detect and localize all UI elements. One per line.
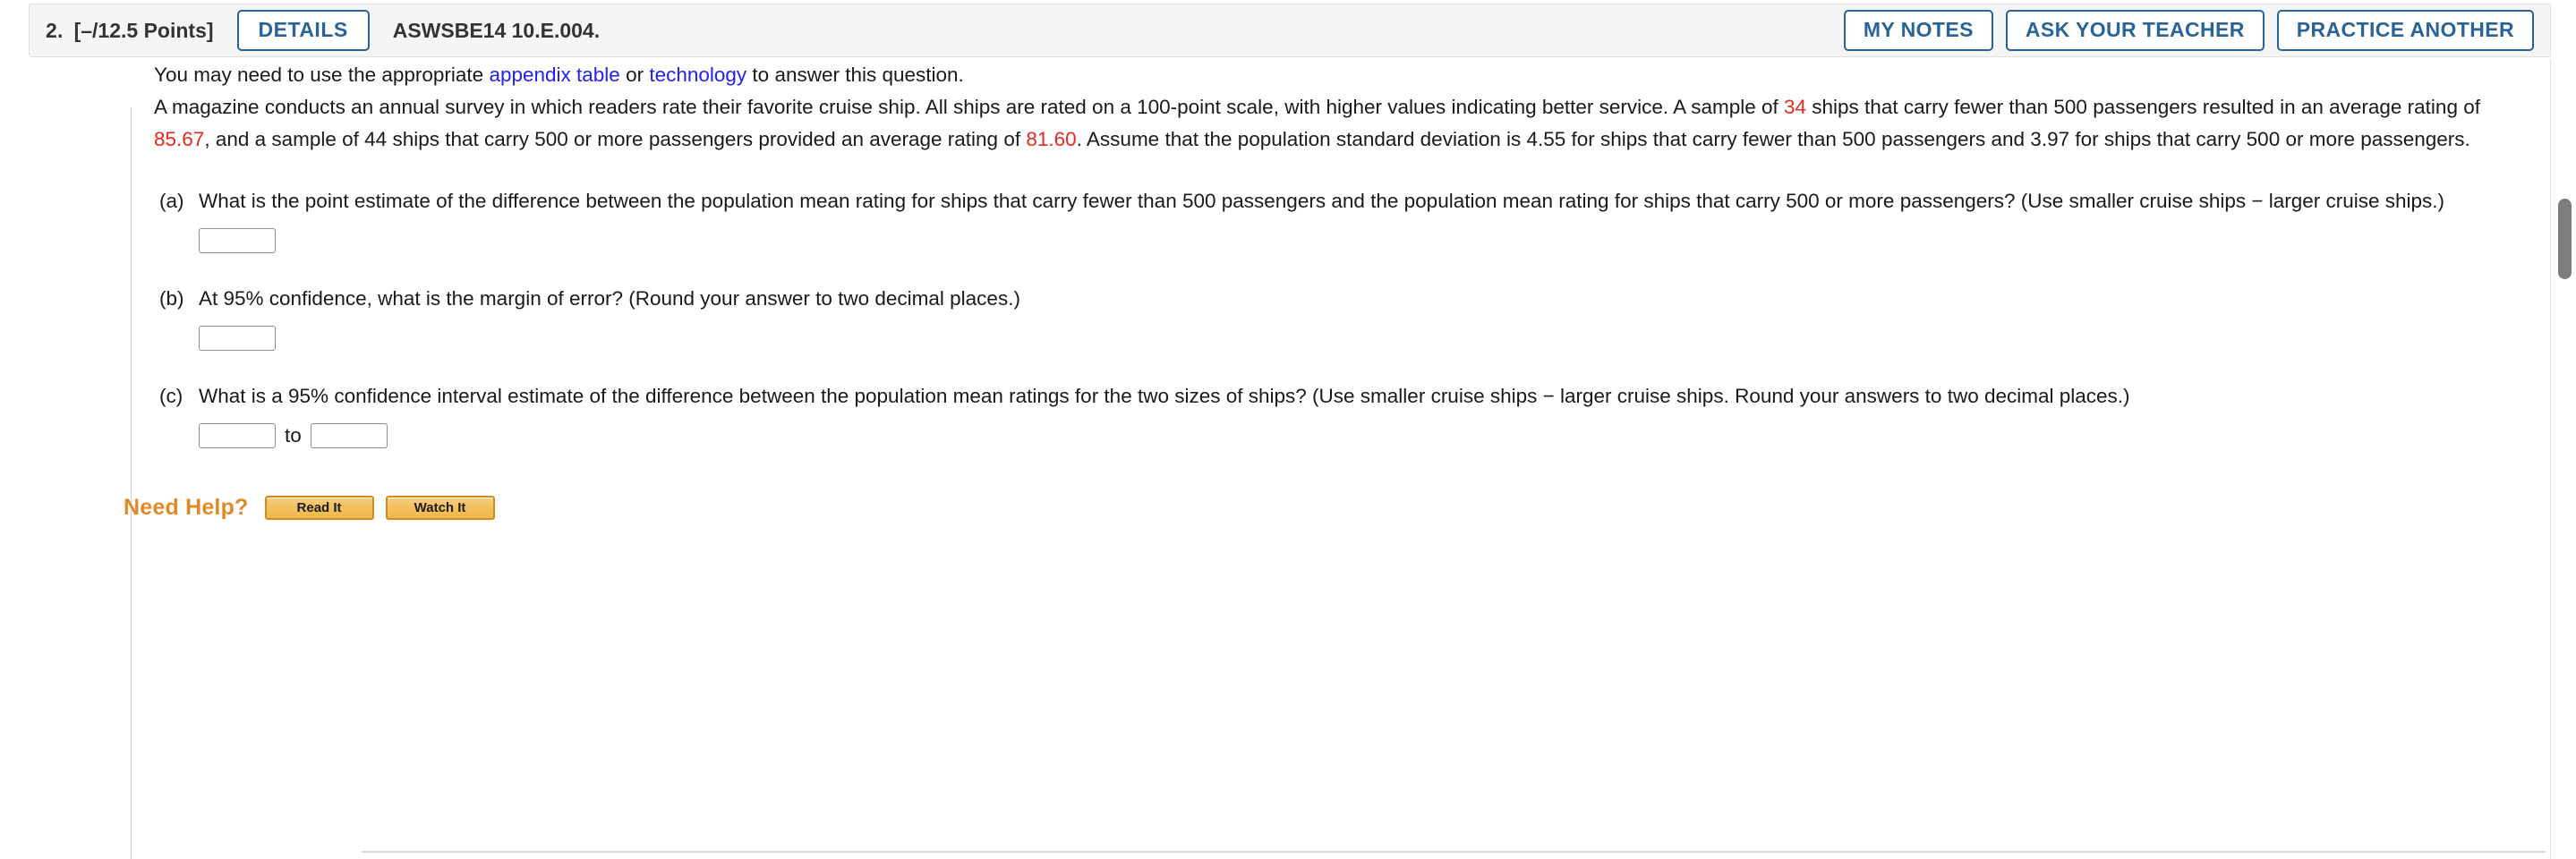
problem-mean-small-ships: 85.67 bbox=[154, 128, 205, 150]
problem-segment-3: , and a sample of 44 ships that carry 50… bbox=[204, 128, 1027, 150]
problem-mean-large-ships: 81.60 bbox=[1026, 128, 1077, 150]
need-help-section: Need Help? Read It Watch It bbox=[124, 495, 2488, 521]
question-part-a: (a) What is the point estimate of the di… bbox=[154, 185, 2488, 217]
part-b-text: At 95% confidence, what is the margin of… bbox=[199, 287, 1020, 310]
problem-sample-size-small: 34 bbox=[1784, 96, 1807, 118]
part-b-answer-row bbox=[199, 326, 2488, 351]
watch-it-button[interactable]: Watch It bbox=[385, 496, 495, 520]
question-points: [–/12.5 Points] bbox=[73, 18, 214, 42]
question-content: You may need to use the appropriate appe… bbox=[124, 59, 2488, 521]
problem-segment-4: . Assume that the population standard de… bbox=[1076, 128, 2470, 150]
left-vertical-divider bbox=[131, 107, 132, 859]
part-a-text: What is the point estimate of the differ… bbox=[199, 190, 2445, 212]
part-b-answer-input[interactable] bbox=[199, 326, 276, 351]
question-part-b: (b) At 95% confidence, what is the margi… bbox=[154, 283, 2488, 315]
appendix-notice-prefix: You may need to use the appropriate bbox=[154, 64, 490, 86]
ask-your-teacher-button[interactable]: ASK YOUR TEACHER bbox=[2005, 10, 2265, 51]
part-b-label: (b) bbox=[159, 287, 184, 310]
next-section-divider bbox=[362, 851, 2546, 853]
question-header-bar: 2. [–/12.5 Points] DETAILS ASWSBE14 10.E… bbox=[29, 4, 2551, 57]
problem-segment-2: ships that carry fewer than 500 passenge… bbox=[1806, 96, 2480, 118]
problem-segment-1: A magazine conducts an annual survey in … bbox=[154, 96, 1784, 118]
part-c-range-separator: to bbox=[285, 424, 302, 447]
vertical-scrollbar-track[interactable] bbox=[2551, 59, 2576, 859]
read-it-button[interactable]: Read It bbox=[264, 496, 374, 520]
part-c-lower-bound-input[interactable] bbox=[199, 423, 276, 448]
details-button[interactable]: DETAILS bbox=[236, 10, 370, 51]
problem-statement: A magazine conducts an annual survey in … bbox=[154, 91, 2488, 156]
question-body: You may need to use the appropriate appe… bbox=[29, 59, 2551, 859]
question-part-c: (c) What is a 95% confidence interval es… bbox=[154, 380, 2488, 412]
part-a-label: (a) bbox=[159, 190, 184, 212]
part-a-answer-input[interactable] bbox=[199, 228, 276, 253]
question-number: 2. bbox=[46, 18, 64, 42]
my-notes-button[interactable]: MY NOTES bbox=[1843, 10, 1993, 51]
vertical-scrollbar-thumb[interactable] bbox=[2558, 199, 2572, 279]
appendix-notice-middle: or bbox=[619, 64, 650, 86]
part-c-answer-row: to bbox=[199, 423, 2488, 448]
technology-link[interactable]: technology bbox=[649, 64, 746, 86]
part-c-text: What is a 95% confidence interval estima… bbox=[199, 385, 2130, 407]
appendix-notice: You may need to use the appropriate appe… bbox=[154, 59, 2488, 91]
part-a-answer-row bbox=[199, 228, 2488, 253]
appendix-table-link[interactable]: appendix table bbox=[489, 64, 619, 86]
practice-another-button[interactable]: PRACTICE ANOTHER bbox=[2276, 10, 2534, 51]
need-help-label: Need Help? bbox=[124, 495, 249, 520]
question-code: ASWSBE14 10.E.004. bbox=[392, 18, 601, 42]
part-c-upper-bound-input[interactable] bbox=[310, 423, 388, 448]
part-c-label: (c) bbox=[159, 385, 183, 407]
appendix-notice-suffix: to answer this question. bbox=[746, 64, 964, 86]
